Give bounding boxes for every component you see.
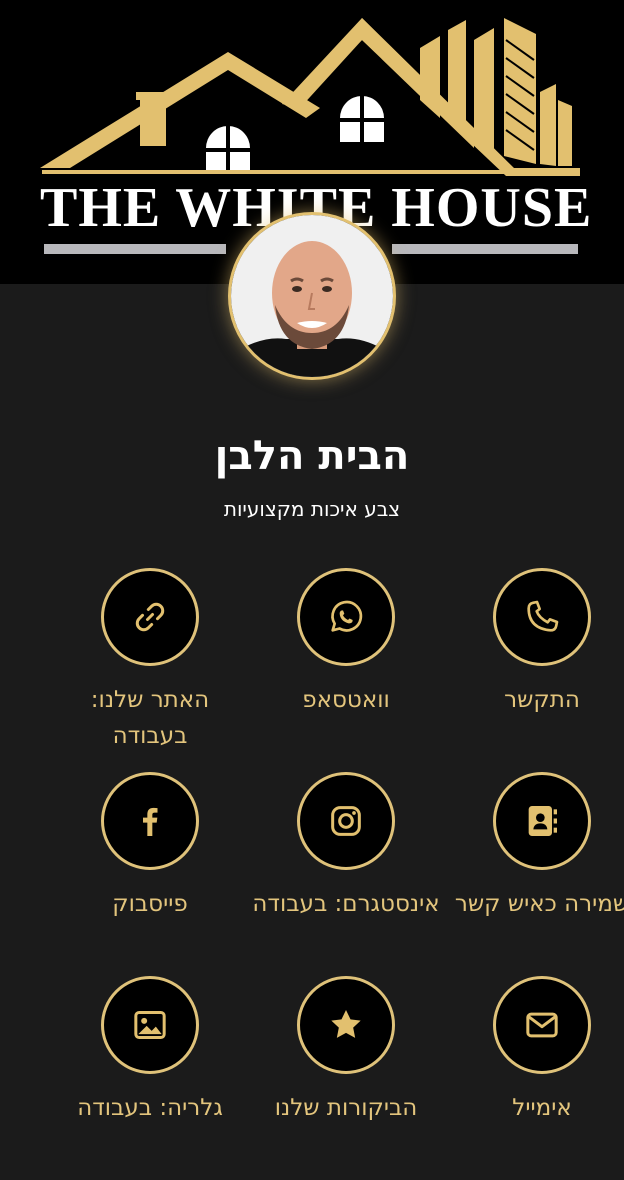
website-label: האתר שלנו: בעבודה xyxy=(90,687,210,749)
reviews-button[interactable]: הביקורות שלנו xyxy=(248,976,444,1180)
gallery-icon xyxy=(134,1011,166,1039)
facebook-button[interactable]: פייסבוק xyxy=(52,772,248,976)
business-name: הבית הלבן xyxy=(214,433,410,479)
email-button[interactable]: אימייל xyxy=(444,976,624,1180)
mail-icon xyxy=(526,1012,558,1038)
instagram-label: אינסטגרם: בעבודה xyxy=(252,891,440,917)
website-button[interactable]: האתר שלנו: בעבודה xyxy=(52,568,248,772)
gallery-label: גלריה: בעבודה xyxy=(77,1095,223,1121)
star-icon xyxy=(331,1010,361,1038)
profile-photo xyxy=(231,215,393,377)
contact-book-icon xyxy=(528,806,557,836)
save-contact-label: שמירה כאיש קשר xyxy=(454,891,624,917)
instagram-icon xyxy=(331,806,361,836)
gallery-button[interactable]: גלריה: בעבודה xyxy=(52,976,248,1180)
save-contact-button[interactable]: שמירה כאיש קשר xyxy=(444,772,624,976)
instagram-button[interactable]: אינסטגרם: בעבודה xyxy=(248,772,444,976)
call-label: התקשר xyxy=(504,687,580,713)
whatsapp-button[interactable]: וואטסאפ xyxy=(248,568,444,772)
email-label: אימייל xyxy=(512,1095,572,1121)
facebook-label: פייסבוק xyxy=(112,891,188,917)
link-icon xyxy=(135,602,165,632)
tagline: צבע איכות מקצועיות xyxy=(223,497,401,521)
whatsapp-icon xyxy=(331,600,363,632)
phone-icon xyxy=(527,600,559,632)
facebook-icon xyxy=(143,807,158,836)
avatar xyxy=(228,212,396,380)
reviews-label: הביקורות שלנו xyxy=(274,1095,418,1121)
action-grid: התקשר וואטסאפ האתר שלנו: בעבודה שמירה כא… xyxy=(0,568,624,1180)
call-button[interactable]: התקשר xyxy=(444,568,624,772)
whatsapp-label: וואטסאפ xyxy=(302,687,390,713)
